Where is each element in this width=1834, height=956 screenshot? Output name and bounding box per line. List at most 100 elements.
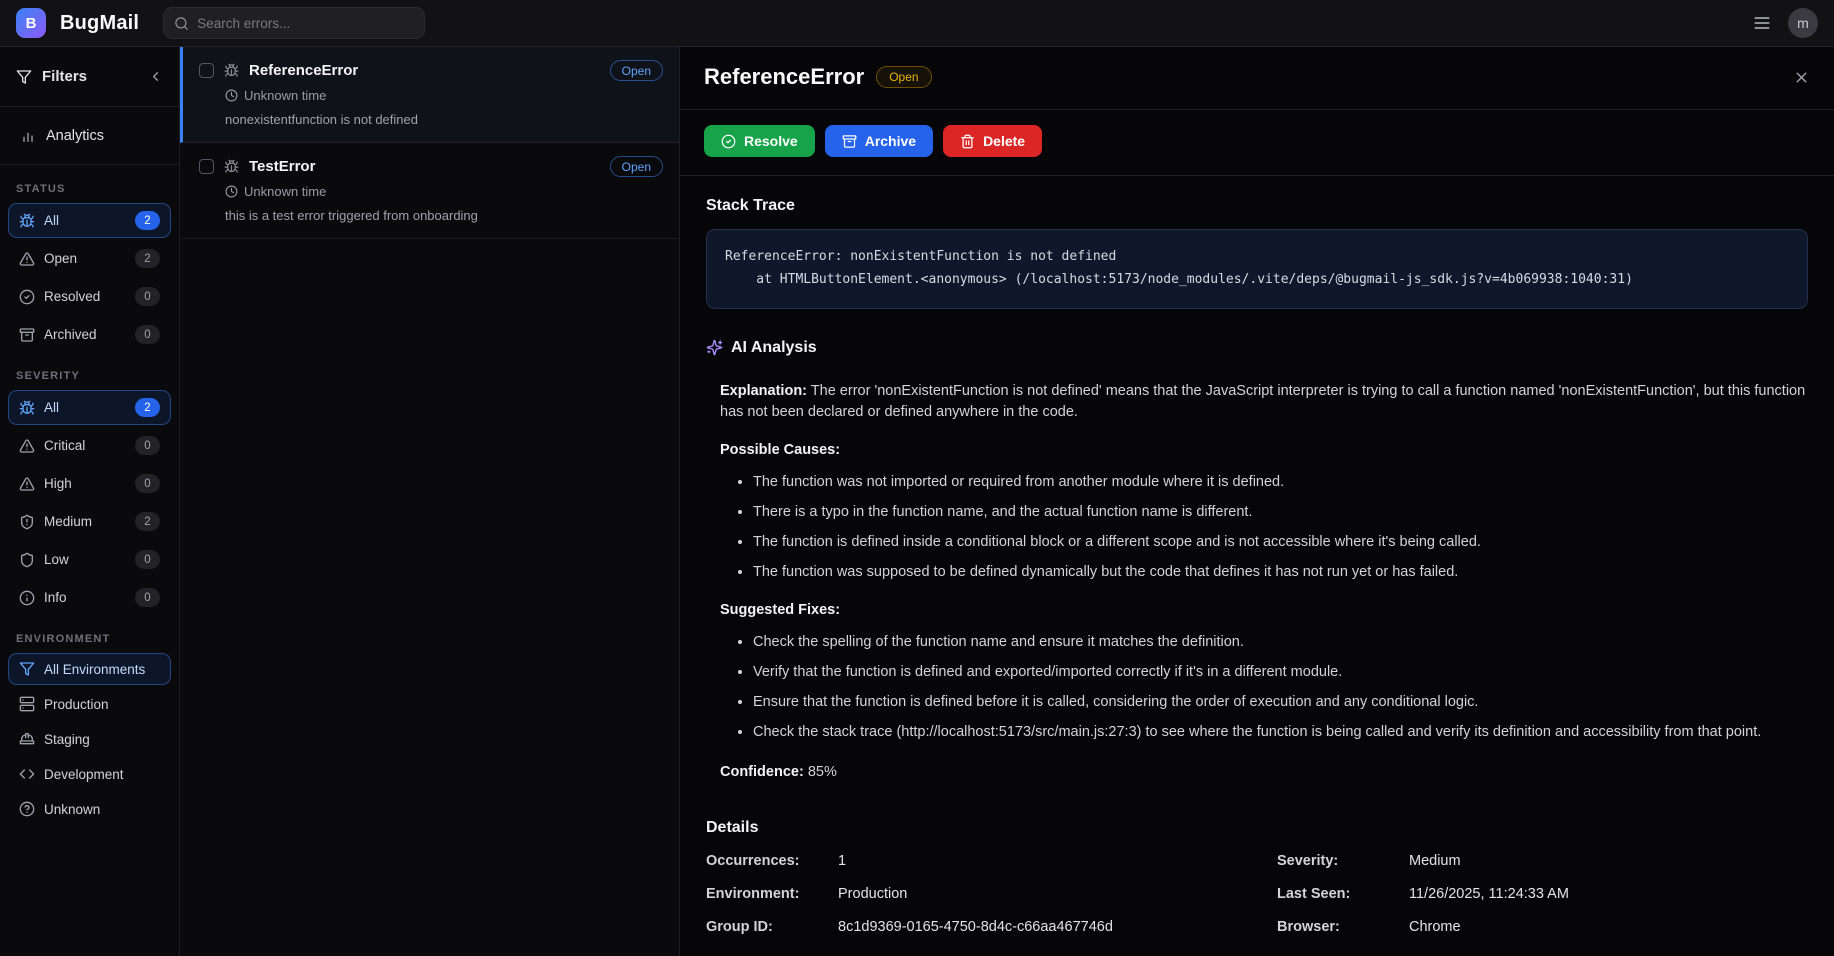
sidebar-item-status-open[interactable]: Open 2 [8, 241, 171, 276]
sidebar-item-env-development[interactable]: Development [8, 758, 171, 790]
ai-fixes-list: Check the spelling of the function name … [753, 632, 1808, 743]
ai-causes-list: The function was not imported or require… [753, 472, 1808, 583]
occurrences-value: 1 [838, 853, 846, 869]
check-circle-icon [721, 134, 736, 149]
search-icon [174, 16, 189, 31]
detail-row-severity: Severity: Medium [1277, 853, 1808, 869]
code-icon [19, 766, 35, 782]
avatar[interactable]: m [1788, 8, 1818, 38]
sidebar-item-status-archived[interactable]: Archived 0 [8, 317, 171, 352]
status-resolved-count: 0 [135, 287, 160, 306]
filters-sidebar: Filters Analytics STATUS All 2 Open 2 [0, 47, 180, 956]
bug-icon [224, 63, 239, 78]
archive-label: Archive [865, 133, 916, 149]
detail-row-last-seen: Last Seen: 11/26/2025, 11:24:33 AM [1277, 886, 1808, 902]
severity-all-count: 2 [135, 398, 160, 417]
trash-icon [960, 134, 975, 149]
ai-confidence: Confidence: 85% [720, 762, 1808, 783]
browser-value: Chrome [1409, 919, 1461, 935]
server-icon [19, 696, 35, 712]
severity-label: Severity: [1277, 853, 1409, 869]
delete-button[interactable]: Delete [943, 125, 1042, 157]
error-checkbox[interactable] [199, 63, 214, 78]
search-input[interactable] [197, 16, 414, 31]
funnel-icon [16, 69, 32, 85]
environment-value: Production [838, 886, 907, 902]
bug-icon [224, 159, 239, 174]
ai-fix-item: Check the stack trace (http://localhost:… [753, 722, 1808, 743]
sidebar-item-severity-critical[interactable]: Critical 0 [8, 428, 171, 463]
error-list-item-referenceerror[interactable]: ReferenceError Open Unknown time nonexis… [180, 47, 679, 143]
detail-row-group-id: Group ID: 8c1d9369-0165-4750-8d4c-c66aa4… [706, 919, 1237, 935]
menu-icon[interactable] [1752, 13, 1772, 33]
severity-info-count: 0 [135, 588, 160, 607]
hard-hat-icon [19, 731, 35, 747]
detail-row-browser: Browser: Chrome [1277, 919, 1808, 935]
close-icon[interactable] [1793, 69, 1810, 86]
sidebar-item-severity-info[interactable]: Info 0 [8, 580, 171, 615]
avatar-letter: m [1797, 15, 1809, 31]
ai-fix-item: Verify that the function is defined and … [753, 662, 1808, 683]
severity-low-count: 0 [135, 550, 160, 569]
ai-cause-item: The function was supposed to be defined … [753, 562, 1808, 583]
resolve-button[interactable]: Resolve [704, 125, 815, 157]
sidebar-item-status-all[interactable]: All 2 [8, 203, 171, 238]
help-circle-icon [19, 801, 35, 817]
bar-chart-icon [20, 128, 36, 144]
group-id-label: Group ID: [706, 919, 838, 935]
sidebar-item-severity-low[interactable]: Low 0 [8, 542, 171, 577]
stack-trace-line: ReferenceError: nonExistentFunction is n… [725, 246, 1789, 269]
search-box[interactable] [163, 7, 425, 39]
ai-analysis-heading: AI Analysis [731, 339, 817, 357]
env-development-label: Development [44, 767, 124, 782]
archive-button[interactable]: Archive [825, 125, 933, 157]
ai-explanation-label: Explanation: [720, 383, 807, 399]
clock-icon [225, 185, 238, 198]
status-badge: Open [610, 156, 663, 177]
check-circle-icon [19, 289, 35, 305]
ai-confidence-value: 85% [808, 764, 837, 780]
collapse-sidebar-button[interactable] [148, 69, 163, 84]
bug-icon [19, 400, 35, 416]
sidebar-item-status-resolved[interactable]: Resolved 0 [8, 279, 171, 314]
error-title: TestError [249, 158, 315, 175]
archive-icon [842, 134, 857, 149]
error-message: this is a test error triggered from onbo… [225, 208, 663, 223]
error-list-item-testerror[interactable]: TestError Open Unknown time this is a te… [180, 143, 679, 239]
filters-title: Filters [42, 68, 87, 85]
alert-triangle-icon [19, 438, 35, 454]
error-list: ReferenceError Open Unknown time nonexis… [180, 47, 680, 956]
severity-value: Medium [1409, 853, 1461, 869]
sidebar-item-severity-high[interactable]: High 0 [8, 466, 171, 501]
status-section-label: STATUS [0, 183, 179, 195]
sidebar-item-severity-all[interactable]: All 2 [8, 390, 171, 425]
analytics-label: Analytics [46, 128, 104, 144]
status-resolved-label: Resolved [44, 289, 100, 304]
browser-label: Browser: [1277, 919, 1409, 935]
status-open-label: Open [44, 251, 77, 266]
severity-all-label: All [44, 400, 59, 415]
sidebar-item-env-production[interactable]: Production [8, 688, 171, 720]
error-time: Unknown time [244, 184, 326, 199]
sidebar-item-env-all[interactable]: All Environments [8, 653, 171, 685]
info-circle-icon [19, 590, 35, 606]
sidebar-item-severity-medium[interactable]: Medium 2 [8, 504, 171, 539]
shield-icon [19, 552, 35, 568]
severity-medium-label: Medium [44, 514, 92, 529]
environment-section-label: ENVIRONMENT [0, 633, 179, 645]
sidebar-item-env-unknown[interactable]: Unknown [8, 793, 171, 825]
stack-trace-line: at HTMLButtonElement.<anonymous> (/local… [725, 269, 1789, 292]
env-unknown-label: Unknown [44, 802, 100, 817]
ai-fixes-heading: Suggested Fixes: [720, 600, 1808, 621]
ai-fix-item: Ensure that the function is defined befo… [753, 692, 1808, 713]
app-logo: B [16, 8, 46, 38]
status-archived-count: 0 [135, 325, 160, 344]
funnel-icon [19, 661, 35, 677]
sidebar-item-env-staging[interactable]: Staging [8, 723, 171, 755]
detail-title: ReferenceError [704, 64, 864, 90]
env-all-label: All Environments [44, 662, 145, 677]
sidebar-item-analytics[interactable]: Analytics [0, 107, 179, 165]
severity-low-label: Low [44, 552, 69, 567]
error-checkbox[interactable] [199, 159, 214, 174]
shield-alert-icon [19, 514, 35, 530]
